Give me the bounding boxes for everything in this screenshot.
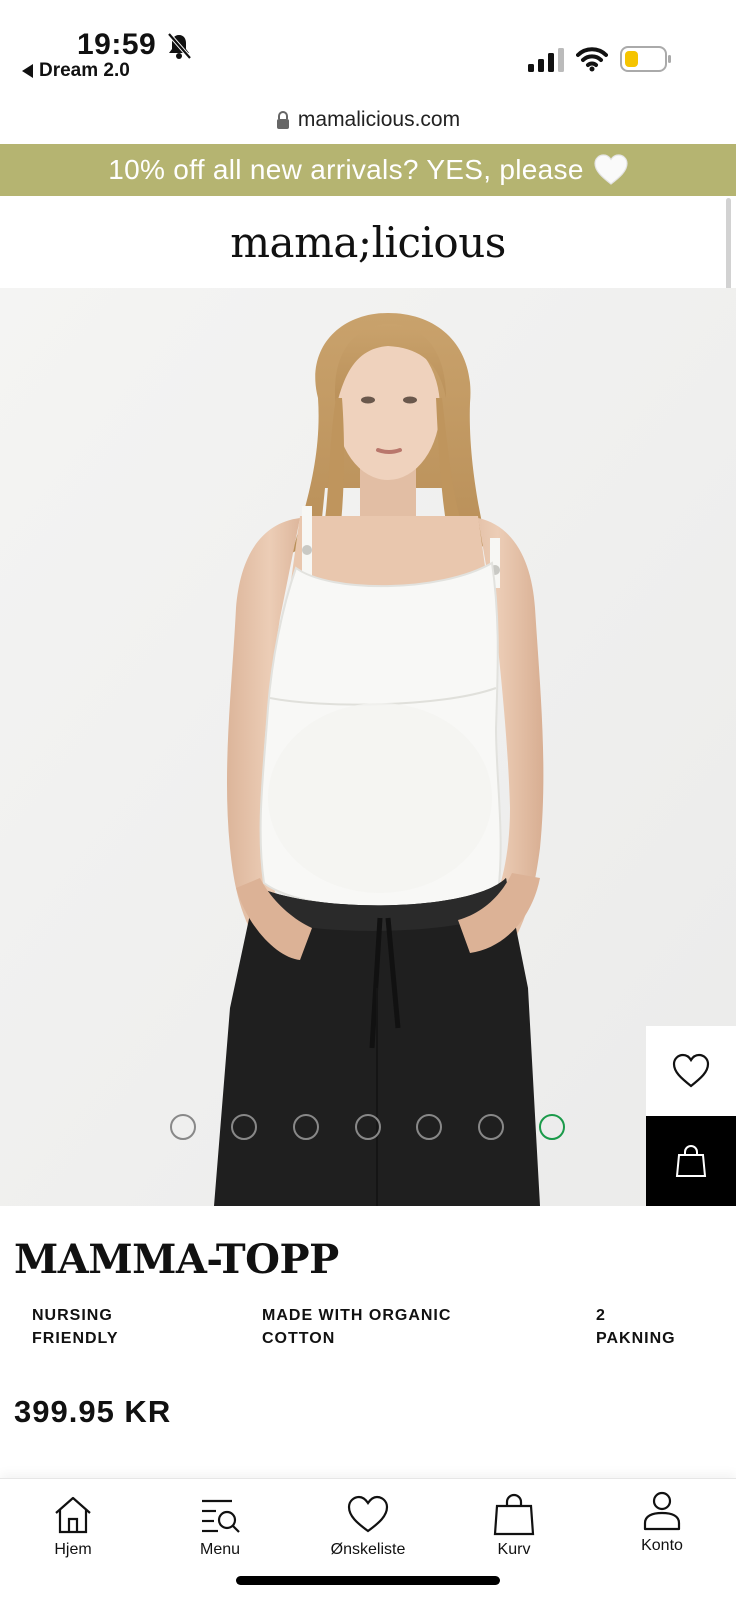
add-to-bag-button[interactable] [646,1116,736,1206]
feature-organic-cotton: MADE WITH ORGANIC COTTON [262,1304,451,1350]
promo-text: 10% off all new arrivals? YES, please [108,154,584,185]
lock-icon [276,111,289,129]
feature-line: COTTON [262,1330,336,1347]
feature-line: MADE WITH ORGANIC [262,1307,452,1324]
product-photo [0,288,736,1206]
battery-icon [620,46,671,72]
address-bar[interactable]: mamalicious.com [0,96,736,144]
heart-icon [347,1495,389,1533]
nav-item-menu[interactable]: Menu [165,1493,275,1559]
wifi-icon [576,47,608,72]
url-text: mamalicious.com [297,108,461,131]
status-time: 19:59 [77,28,157,61]
gallery-dot-7-active[interactable] [539,1114,565,1140]
nav-label: Hjem [54,1541,92,1558]
home-indicator[interactable] [236,1576,500,1585]
white-heart-icon [594,154,628,185]
gallery-pagination [0,1114,736,1144]
nav-item-wishlist[interactable]: Ønskeliste [313,1493,423,1559]
site-logo[interactable]: mama;licious [230,218,506,267]
add-to-wishlist-button[interactable] [646,1026,736,1116]
feature-line: NURSING [32,1307,113,1324]
status-bar: 19:59 Dream 2.0 [0,0,736,96]
product-image-gallery[interactable] [0,288,736,1206]
gallery-dot-2[interactable] [231,1114,257,1140]
nav-item-home[interactable]: Hjem [18,1493,128,1559]
gallery-dot-1[interactable] [170,1114,196,1140]
bell-muted-icon [167,32,192,60]
menu-search-icon [202,1499,240,1533]
product-price: 399.95 KR [14,1394,172,1429]
back-triangle-icon [22,64,33,78]
user-icon [643,1491,681,1531]
feature-line: 2 [596,1307,606,1324]
feature-line: FRIENDLY [32,1330,119,1347]
nav-label: Kurv [497,1541,531,1558]
nav-item-cart[interactable]: Kurv [459,1493,569,1559]
gallery-dot-5[interactable] [416,1114,442,1140]
nav-item-account[interactable]: Konto [607,1489,717,1555]
nav-label: Konto [641,1537,683,1554]
back-to-app-button[interactable]: Dream 2.0 [22,60,130,82]
heart-outline-icon [672,1053,710,1088]
promo-banner[interactable]: 10% off all new arrivals? YES, please [0,144,736,196]
nav-label: Ønskeliste [330,1541,406,1558]
product-title: MAMMA-TOPP [14,1236,339,1283]
nav-label: Menu [199,1541,241,1558]
feature-nursing-friendly: NURSING FRIENDLY [32,1304,119,1350]
feature-pack-size: 2 PAKNING [596,1304,676,1350]
home-icon [55,1496,91,1534]
bag-icon [493,1493,535,1536]
gallery-dot-6[interactable] [478,1114,504,1140]
cellular-signal-icon [528,48,564,72]
gallery-dot-3[interactable] [293,1114,319,1140]
site-header: mama;licious [0,196,736,288]
shopping-bag-icon [675,1145,707,1177]
feature-line: PAKNING [596,1330,676,1347]
gallery-dot-4[interactable] [355,1114,381,1140]
back-app-label: Dream 2.0 [39,60,130,81]
